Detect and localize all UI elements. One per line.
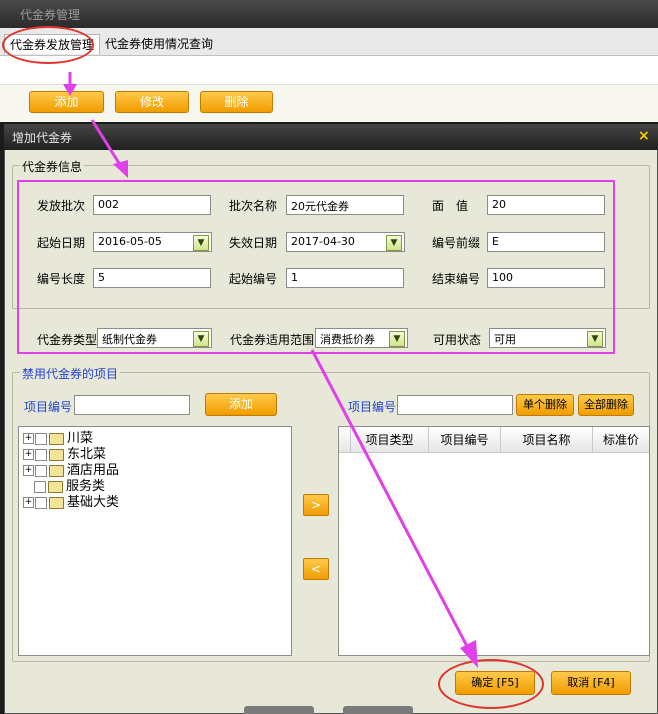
left-item-code-input[interactable] bbox=[74, 395, 190, 415]
grid-header-selector bbox=[339, 427, 351, 453]
edit-button[interactable]: 修改 bbox=[115, 91, 189, 113]
tree-item-label: 基础大类 bbox=[67, 495, 120, 510]
grid-header-standard-price[interactable]: 标准价 bbox=[593, 427, 649, 453]
move-left-button[interactable]: < bbox=[303, 558, 329, 580]
expand-icon[interactable]: + bbox=[23, 433, 34, 444]
banned-items-legend: 禁用代金券的项目 bbox=[20, 365, 121, 382]
tree-checkbox[interactable] bbox=[35, 496, 47, 509]
close-icon[interactable]: × bbox=[638, 128, 654, 144]
annotation-pink-rectangle bbox=[17, 180, 615, 354]
grid-header-item-code[interactable]: 项目编号 bbox=[429, 427, 501, 453]
expand-icon[interactable]: + bbox=[23, 465, 34, 476]
cancel-button[interactable]: 取消 [F4] bbox=[551, 671, 631, 695]
delete-button[interactable]: 删除 bbox=[200, 91, 273, 113]
folder-icon bbox=[49, 496, 64, 509]
tree-item-hotel-supplies[interactable]: + 酒店用品 bbox=[23, 463, 119, 479]
tree-item-sichuan[interactable]: + 川菜 bbox=[23, 431, 93, 447]
dialog-title: 增加代金券 bbox=[4, 124, 658, 150]
grid-header: 项目类型 项目编号 项目名称 标准价 bbox=[339, 427, 649, 453]
tree-item-label: 东北菜 bbox=[67, 447, 107, 462]
expand-icon[interactable]: + bbox=[23, 449, 34, 460]
tree-item-label: 服务类 bbox=[66, 479, 106, 494]
folder-icon bbox=[49, 464, 64, 477]
tree-item-basic-categories[interactable]: + 基础大类 bbox=[23, 495, 119, 511]
right-item-code-input[interactable] bbox=[397, 395, 513, 415]
tree-checkbox[interactable] bbox=[35, 464, 47, 477]
bottom-button-partial[interactable] bbox=[244, 706, 314, 714]
tab-voucher-usage-query[interactable]: 代金券使用情况查询 bbox=[100, 34, 218, 54]
delete-all-button[interactable]: 全部删除 bbox=[578, 394, 634, 416]
tree-checkbox[interactable] bbox=[35, 448, 47, 461]
left-item-code-label: 项目编号 bbox=[24, 400, 73, 414]
tree-checkbox[interactable] bbox=[34, 480, 46, 493]
folder-icon bbox=[49, 448, 64, 461]
annotation-red-circle-tab bbox=[2, 26, 94, 64]
item-category-tree[interactable]: + 川菜 + 东北菜 + 酒店用品 服务类 + 基础大类 bbox=[18, 426, 292, 656]
move-right-button[interactable]: > bbox=[303, 494, 329, 516]
single-delete-button[interactable]: 单个删除 bbox=[516, 394, 574, 416]
window-title: 代金券管理 bbox=[0, 0, 658, 28]
tree-item-label: 酒店用品 bbox=[67, 463, 120, 478]
right-item-code-label: 项目编号 bbox=[348, 400, 397, 414]
item-add-button[interactable]: 添加 bbox=[205, 393, 277, 416]
annotation-red-circle-confirm bbox=[438, 659, 544, 709]
voucher-info-legend: 代金券信息 bbox=[20, 158, 85, 175]
banned-items-grid[interactable]: 项目类型 项目编号 项目名称 标准价 bbox=[338, 426, 650, 656]
folder-icon bbox=[49, 432, 64, 445]
tree-item-label: 川菜 bbox=[67, 431, 94, 446]
bottom-button-partial[interactable] bbox=[343, 706, 413, 714]
expand-icon[interactable]: + bbox=[23, 497, 34, 508]
tree-item-services[interactable]: 服务类 bbox=[23, 479, 105, 495]
tree-item-northeast[interactable]: + 东北菜 bbox=[23, 447, 106, 463]
grid-header-item-name[interactable]: 项目名称 bbox=[501, 427, 593, 453]
tab-bar: 代金券发放管理 代金券使用情况查询 bbox=[0, 28, 658, 56]
grid-header-item-type[interactable]: 项目类型 bbox=[351, 427, 429, 453]
add-button[interactable]: 添加 bbox=[29, 91, 104, 113]
folder-icon bbox=[48, 480, 63, 493]
tree-checkbox[interactable] bbox=[35, 432, 47, 445]
